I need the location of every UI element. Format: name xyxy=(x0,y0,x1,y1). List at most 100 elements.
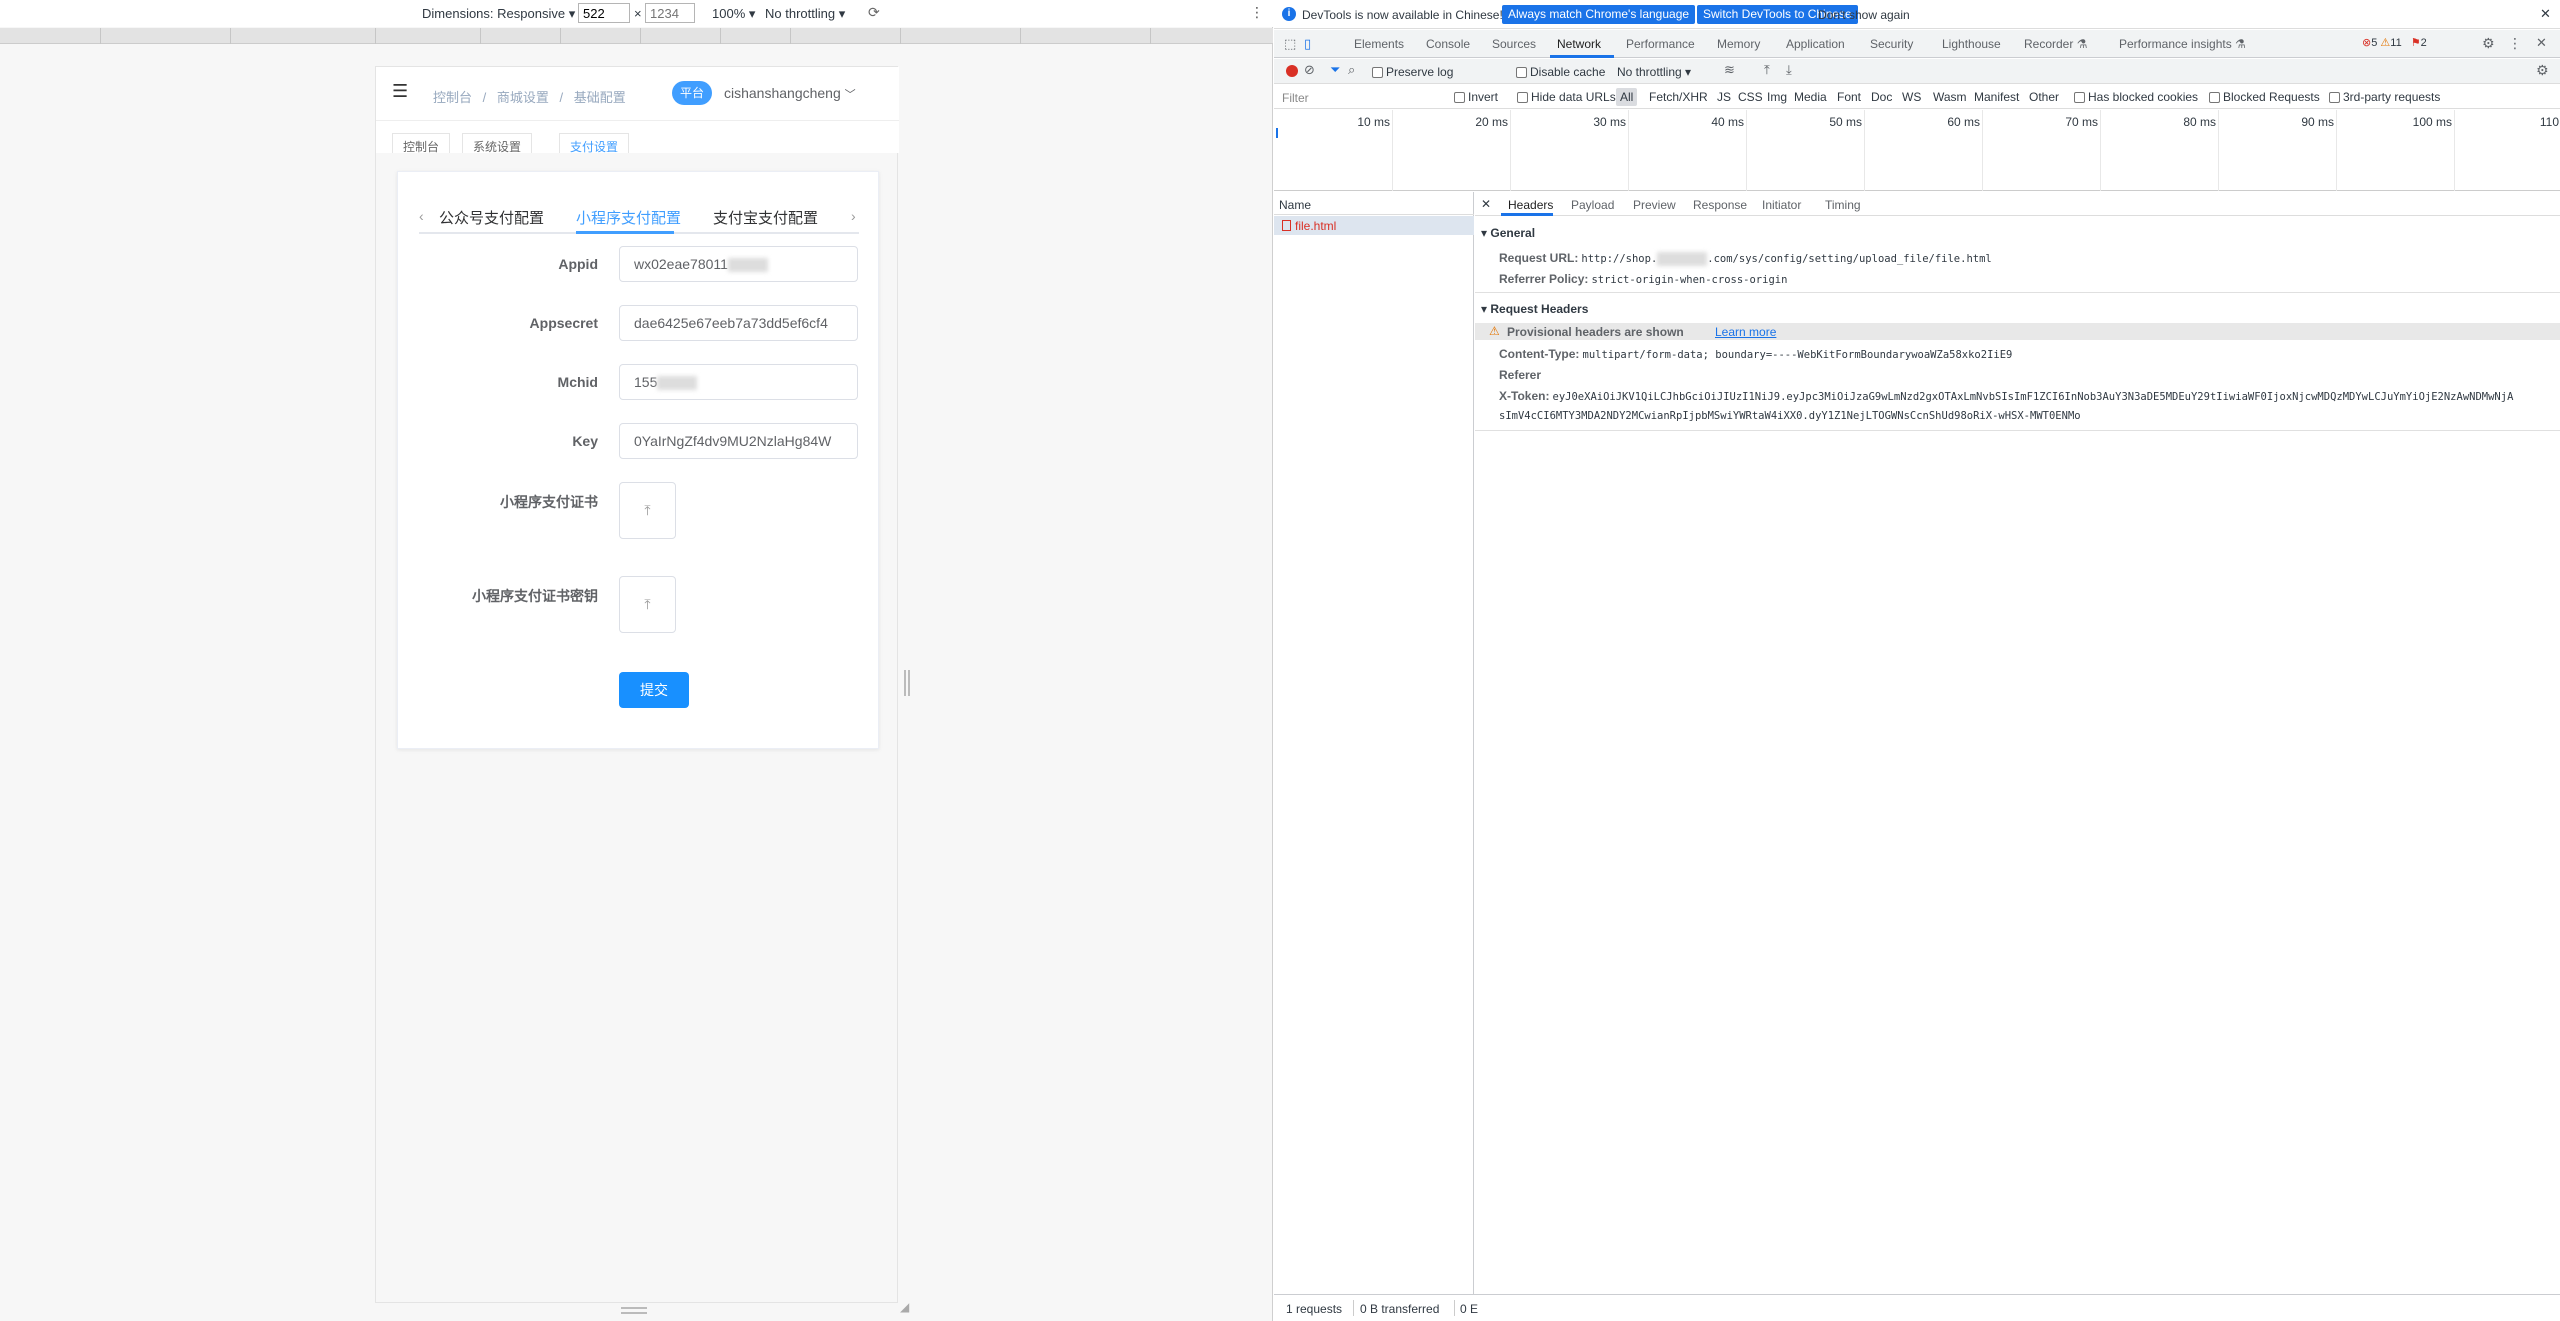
filter-type-js[interactable]: JS xyxy=(1717,90,1731,104)
hide-data-urls-checkbox[interactable]: Hide data URLs xyxy=(1517,90,1616,104)
detail-tab-headers[interactable]: Headers xyxy=(1508,198,1553,212)
breadcrumb-item-mall-settings[interactable]: 商城设置 xyxy=(497,90,549,105)
breadcrumb-item-console[interactable]: 控制台 xyxy=(433,90,472,105)
tabs-next-icon[interactable]: › xyxy=(851,208,856,224)
throttling-dropdown[interactable]: No throttling ▾ xyxy=(765,6,845,22)
close-devtools-icon[interactable]: ✕ xyxy=(2536,35,2547,51)
request-headers-title: Request Headers xyxy=(1490,302,1589,316)
request-headers-section-toggle[interactable]: ▾ Request Headers xyxy=(1481,302,1588,316)
filter-type-other[interactable]: Other xyxy=(2029,90,2059,104)
device-toggle-icon[interactable]: ▯ xyxy=(1304,36,1311,52)
dont-show-again-button[interactable]: Don't show again xyxy=(1818,8,1910,22)
filter-type-img[interactable]: Img xyxy=(1767,90,1787,104)
inspect-element-icon[interactable]: ⬚ xyxy=(1284,36,1296,52)
name-column-header[interactable]: Name xyxy=(1274,192,1474,215)
invert-checkbox[interactable]: Invert xyxy=(1454,90,1498,104)
filter-type-doc[interactable]: Doc xyxy=(1871,90,1892,104)
timeline-tick: 100 ms xyxy=(2412,115,2452,129)
user-menu[interactable]: cishanshangcheng ﹀ xyxy=(724,85,856,102)
tab-performance-insights[interactable]: Performance insights ⚗ xyxy=(2119,37,2246,51)
filter-type-fetch-xhr[interactable]: Fetch/XHR xyxy=(1649,90,1708,104)
tag-payment-settings[interactable]: 支付设置 xyxy=(559,133,630,153)
network-conditions-icon[interactable]: ≋ xyxy=(1724,62,1735,78)
key-input[interactable]: 0YaIrNgZf4dv9MU2NzlaHg84W xyxy=(619,423,858,459)
has-blocked-cookies-checkbox[interactable]: Has blocked cookies xyxy=(2074,90,2198,104)
detail-tab-timing[interactable]: Timing xyxy=(1825,198,1861,212)
tag-console[interactable]: 控制台 xyxy=(392,133,451,153)
dimensions-dropdown[interactable]: Dimensions: Responsive ▾ xyxy=(422,6,575,22)
appid-input[interactable]: wx02eae78011 xyxy=(619,246,858,282)
import-har-icon[interactable]: ⤒ xyxy=(1764,62,1770,78)
settings-gear-icon[interactable]: ⚙ xyxy=(2482,35,2495,52)
network-overview-timeline[interactable]: 10 ms 20 ms 30 ms 40 ms 50 ms 60 ms 70 m… xyxy=(1274,110,2560,191)
media-query-ruler[interactable] xyxy=(0,28,1273,44)
preserve-log-checkbox[interactable]: Preserve log xyxy=(1372,65,1453,79)
always-match-language-button[interactable]: Always match Chrome's language xyxy=(1502,5,1696,24)
network-throttling-dropdown[interactable]: No throttling ▾ xyxy=(1617,65,1691,79)
width-input[interactable] xyxy=(578,3,630,23)
zoom-dropdown[interactable]: 100% ▾ xyxy=(712,6,755,22)
third-party-requests-checkbox[interactable]: 3rd-party requests xyxy=(2329,90,2440,104)
tab-console[interactable]: Console xyxy=(1426,37,1470,51)
tabs-prev-icon[interactable]: ‹ xyxy=(419,208,424,224)
timeline-tick: 30 ms xyxy=(1593,115,1626,129)
tab-sources[interactable]: Sources xyxy=(1492,37,1536,51)
clear-icon[interactable]: ⊘ xyxy=(1304,62,1315,78)
rotate-icon[interactable]: ⟳ xyxy=(868,4,880,21)
menu-toggle-icon[interactable]: ☰ xyxy=(392,81,408,102)
filter-type-wasm[interactable]: Wasm xyxy=(1933,90,1967,104)
filter-type-css[interactable]: CSS xyxy=(1738,90,1763,104)
request-url-suffix: .com/sys/config/setting/upload_file/file… xyxy=(1707,253,1992,265)
tab-miniprogram-pay[interactable]: 小程序支付配置 xyxy=(576,207,681,228)
height-input[interactable] xyxy=(645,3,695,23)
filter-type-all[interactable]: All xyxy=(1616,88,1638,106)
disable-cache-checkbox[interactable]: Disable cache xyxy=(1516,65,1605,79)
submit-button[interactable]: 提交 xyxy=(619,672,689,708)
cert-key-upload-button[interactable]: ⤒ xyxy=(619,576,676,633)
filter-type-media[interactable]: Media xyxy=(1794,90,1827,104)
platform-badge[interactable]: 平台 xyxy=(672,81,712,105)
close-infobar-icon[interactable]: ✕ xyxy=(2540,6,2551,22)
filter-input[interactable]: Filter xyxy=(1282,91,1309,105)
tab-security[interactable]: Security xyxy=(1870,37,1913,51)
request-row[interactable]: file.html xyxy=(1274,216,1474,235)
record-icon[interactable] xyxy=(1286,65,1298,77)
tab-official-account-pay[interactable]: 公众号支付配置 xyxy=(439,207,544,228)
filter-type-font[interactable]: Font xyxy=(1837,90,1861,104)
blocked-requests-checkbox[interactable]: Blocked Requests xyxy=(2209,90,2320,104)
provisional-text: Provisional headers are shown xyxy=(1507,325,1684,339)
side-resize-handle[interactable] xyxy=(904,670,910,696)
more-options-icon[interactable]: ⋮ xyxy=(2508,35,2522,52)
cert-upload-button[interactable]: ⤒ xyxy=(619,482,676,539)
tab-elements[interactable]: Elements xyxy=(1354,37,1404,51)
tab-network[interactable]: Network xyxy=(1557,37,1601,51)
detail-tab-initiator[interactable]: Initiator xyxy=(1762,198,1801,212)
close-detail-icon[interactable]: ✕ xyxy=(1481,197,1491,211)
request-url-prefix: http://shop. xyxy=(1581,253,1658,265)
network-settings-icon[interactable]: ⚙ xyxy=(2536,62,2549,79)
tab-performance[interactable]: Performance xyxy=(1626,37,1695,51)
filter-type-ws[interactable]: WS xyxy=(1902,90,1921,104)
appsecret-input[interactable]: dae6425e67eeb7a73dd5ef6cf4 xyxy=(619,305,858,341)
detail-tab-payload[interactable]: Payload xyxy=(1571,198,1614,212)
filter-icon[interactable]: ⏷ xyxy=(1330,62,1340,78)
tag-system-settings[interactable]: 系统设置 xyxy=(462,133,533,153)
tab-application[interactable]: Application xyxy=(1786,37,1845,51)
export-har-icon[interactable]: ⤓ xyxy=(1786,62,1792,78)
tab-recorder[interactable]: Recorder ⚗ xyxy=(2024,37,2087,51)
tab-lighthouse[interactable]: Lighthouse xyxy=(1942,37,2001,51)
detail-tab-response[interactable]: Response xyxy=(1693,198,1747,212)
more-options-icon[interactable]: ⋮ xyxy=(1250,4,1264,21)
corner-resize-handle[interactable]: ◢ xyxy=(900,1300,909,1314)
tab-alipay-pay[interactable]: 支付宝支付配置 xyxy=(713,207,818,228)
mchid-input[interactable]: 155 xyxy=(619,364,858,400)
transferred-size: 0 B transferred xyxy=(1360,1302,1440,1316)
search-icon[interactable]: ⌕ xyxy=(1348,62,1355,78)
bottom-resize-handle[interactable] xyxy=(621,1307,647,1314)
learn-more-link[interactable]: Learn more xyxy=(1715,325,1776,339)
filter-type-manifest[interactable]: Manifest xyxy=(1974,90,2019,104)
tab-memory[interactable]: Memory xyxy=(1717,37,1760,51)
detail-tab-preview[interactable]: Preview xyxy=(1633,198,1676,212)
issue-counters[interactable]: ⊗5 ⚠11 ⚑2 xyxy=(2362,36,2427,49)
general-section-toggle[interactable]: ▾ General xyxy=(1481,226,1535,240)
